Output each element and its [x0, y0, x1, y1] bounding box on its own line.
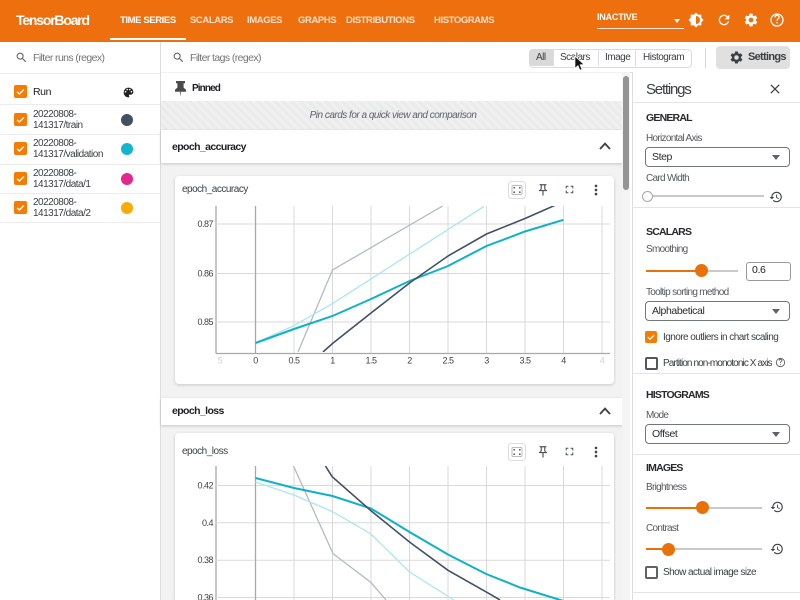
svg-text:1.5: 1.5 — [365, 356, 377, 366]
svg-text:0.87: 0.87 — [197, 219, 213, 229]
svg-text:0.36: 0.36 — [197, 593, 213, 600]
svg-text:3: 3 — [484, 356, 489, 366]
svg-text:4: 4 — [600, 356, 605, 366]
svg-text:0.5: 0.5 — [288, 356, 300, 366]
svg-text:0.85: 0.85 — [197, 317, 213, 327]
svg-text:0.4: 0.4 — [202, 518, 214, 528]
svg-text:1: 1 — [330, 356, 335, 366]
svg-text:5: 5 — [218, 356, 223, 366]
svg-text:2.5: 2.5 — [442, 356, 454, 366]
svg-text:0.86: 0.86 — [197, 269, 213, 279]
svg-text:3.5: 3.5 — [519, 356, 531, 366]
svg-text:0: 0 — [253, 356, 258, 366]
svg-text:0.42: 0.42 — [197, 481, 213, 491]
svg-text:0.38: 0.38 — [197, 555, 213, 565]
svg-text:2: 2 — [407, 356, 412, 366]
svg-text:4: 4 — [561, 356, 566, 366]
